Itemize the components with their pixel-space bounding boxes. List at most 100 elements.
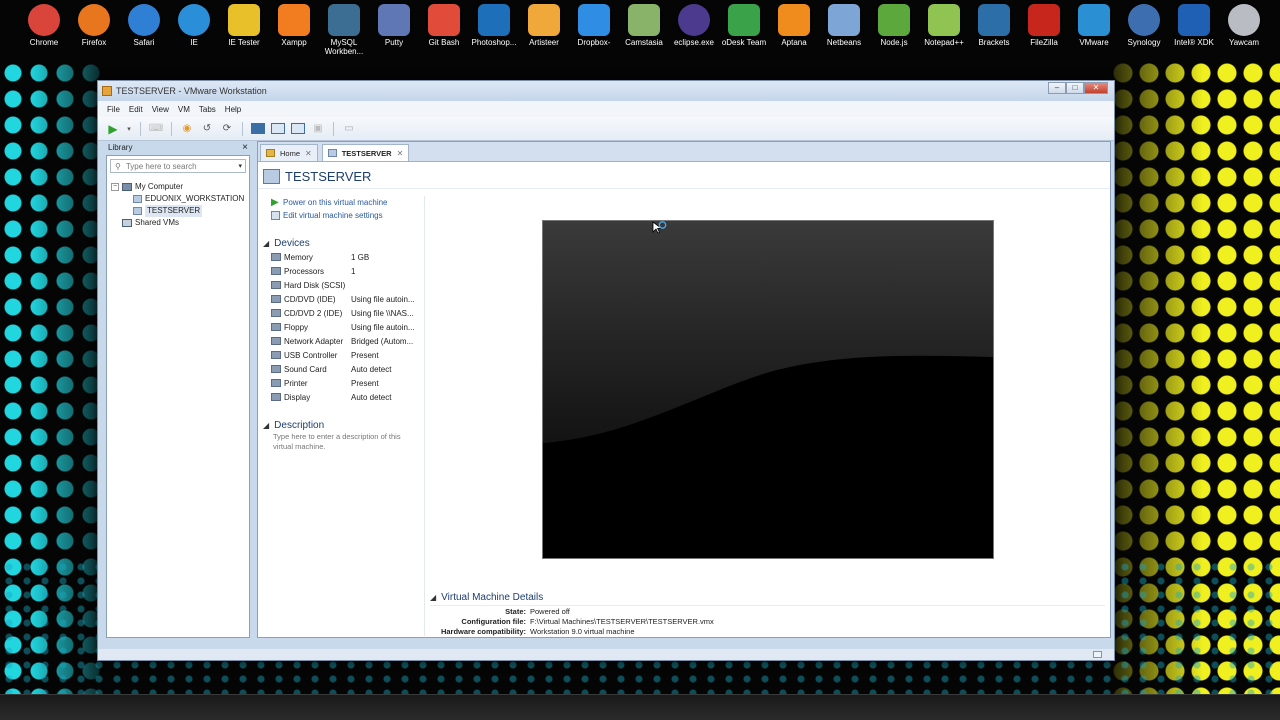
desktop-shortcut[interactable]: IE Tester (219, 4, 269, 47)
desktop-shortcut[interactable]: Firefox (69, 4, 119, 47)
desktop-shortcut[interactable]: Yawcam (1219, 4, 1269, 47)
menu-file[interactable]: File (107, 105, 120, 114)
tree-vm-testserver[interactable]: TESTSERVER (111, 205, 249, 217)
collapse-icon[interactable]: − (111, 183, 119, 191)
close-tab-icon[interactable]: ✕ (397, 149, 404, 158)
desktop-shortcut[interactable]: Dropbox- (569, 4, 619, 47)
device-row[interactable]: Sound Card Auto detect (263, 362, 423, 376)
message-log-icon[interactable] (1093, 651, 1102, 658)
description-field[interactable]: Type here to enter a description of this… (263, 432, 413, 452)
menu-vm[interactable]: VM (178, 105, 190, 114)
desktop-shortcut-label: Chrome (29, 38, 59, 47)
library-search[interactable]: ⚲ Type here to search ▾ (110, 159, 246, 173)
device-icon (271, 379, 281, 387)
intel-xdk-icon (1178, 4, 1210, 36)
tree-shared-vms[interactable]: Shared VMs (111, 217, 249, 229)
desktop-shortcut[interactable]: Camstasia (619, 4, 669, 47)
close-window-button[interactable]: ✕ (1084, 82, 1108, 94)
device-row[interactable]: CD/DVD 2 (IDE) Using file \\NAS... (263, 306, 423, 320)
desktop-shortcut[interactable]: Netbeans (819, 4, 869, 47)
power-on-link[interactable]: ▶ Power on this virtual machine (263, 196, 423, 209)
menu-tabs[interactable]: Tabs (199, 105, 216, 114)
desktop-shortcut[interactable]: Intel® XDK (1169, 4, 1219, 47)
close-tab-icon[interactable]: ✕ (305, 149, 312, 158)
desktop-shortcut[interactable]: FileZilla (1019, 4, 1069, 47)
desktop-shortcut[interactable]: Synology (1119, 4, 1169, 47)
edit-settings-link[interactable]: Edit virtual machine settings (263, 209, 423, 222)
snapshot-icon[interactable]: ◉ (180, 122, 194, 136)
menu-edit[interactable]: Edit (129, 105, 143, 114)
vm-tree: − My Computer EDUONIX_WORKSTATION TESTSE… (107, 176, 249, 229)
search-dropdown-icon[interactable]: ▾ (238, 162, 242, 170)
desktop-shortcut[interactable]: Brackets (969, 4, 1019, 47)
desktop-shortcut-label: Aptana (781, 38, 807, 47)
thumbnail-bar-icon[interactable] (271, 123, 285, 134)
power-on-label: Power on this virtual machine (283, 198, 388, 207)
desktop-shortcut[interactable]: Xampp (269, 4, 319, 47)
revert-snapshot-icon[interactable]: ↺ (200, 122, 214, 136)
toolbar-separator (140, 121, 141, 136)
device-row[interactable]: CD/DVD (IDE) Using file autoin... (263, 292, 423, 306)
toolbar-separator (171, 121, 172, 136)
vm-info-column: ▶ Power on this virtual machine Edit vir… (263, 196, 423, 452)
desktop-shortcut[interactable]: VMware (1069, 4, 1119, 47)
search-input[interactable]: Type here to search (126, 162, 197, 171)
details-title: Virtual Machine Details (441, 591, 544, 603)
desktop-shortcut[interactable]: Notepad++ (919, 4, 969, 47)
library-close-icon[interactable]: × (242, 142, 248, 153)
device-row[interactable]: Display Auto detect (263, 390, 423, 404)
device-row[interactable]: Printer Present (263, 376, 423, 390)
description-title: Description (274, 419, 325, 431)
desktop-shortcut[interactable]: IE (169, 4, 219, 47)
device-name: Printer (284, 378, 308, 388)
device-row[interactable]: Network Adapter Bridged (Autom... (263, 334, 423, 348)
device-name: CD/DVD 2 (IDE) (284, 308, 343, 318)
tree-my-computer[interactable]: − My Computer (111, 181, 249, 193)
tab-home[interactable]: Home ✕ (260, 144, 318, 161)
full-screen-icon[interactable] (291, 123, 305, 134)
desktop-shortcut[interactable]: Photoshop... (469, 4, 519, 47)
desktop-shortcut[interactable]: Git Bash (419, 4, 469, 47)
vm-screen-preview[interactable] (542, 220, 994, 559)
search-icon: ⚲ (115, 161, 121, 171)
details-header[interactable]: ◢ Virtual Machine Details (430, 590, 1105, 604)
desktop-shortcut[interactable]: eclipse.exe (669, 4, 719, 47)
desktop-shortcut[interactable]: Aptana (769, 4, 819, 47)
show-library-icon[interactable] (251, 123, 265, 134)
desktop-shortcut[interactable]: Artisteer (519, 4, 569, 47)
play-icon: ▶ (271, 197, 279, 208)
tree-vm-eduonix[interactable]: EDUONIX_WORKSTATION (111, 193, 249, 205)
unity-icon[interactable]: ▣ (311, 122, 325, 136)
device-name: Display (284, 392, 311, 402)
aptana-icon (778, 4, 810, 36)
desktop-shortcut[interactable]: MySQL Workben... (319, 4, 369, 56)
description-header[interactable]: ◢ Description (263, 418, 423, 432)
device-row[interactable]: Processors 1 (263, 264, 423, 278)
desktop-shortcut-label: Firefox (81, 38, 107, 47)
desktop-shortcut[interactable]: oDesk Team (719, 4, 769, 47)
tab-testserver[interactable]: TESTSERVER ✕ (321, 144, 410, 161)
mouse-cursor-icon (652, 221, 668, 237)
snapshot-manager-icon[interactable]: ⟳ (220, 122, 234, 136)
console-view-icon[interactable]: ▭ (342, 122, 356, 136)
menu-help[interactable]: Help (225, 105, 241, 114)
device-name: CD/DVD (IDE) (284, 294, 336, 304)
menu-view[interactable]: View (152, 105, 169, 114)
devices-header[interactable]: ◢ Devices (263, 236, 423, 250)
device-row[interactable]: Floppy Using file autoin... (263, 320, 423, 334)
git-bash-icon (428, 4, 460, 36)
device-row[interactable]: USB Controller Present (263, 348, 423, 362)
desktop-shortcut[interactable]: Safari (119, 4, 169, 47)
power-on-play-icon[interactable]: ▶ (106, 122, 120, 136)
desktop-shortcut[interactable]: Putty (369, 4, 419, 47)
minimize-button[interactable]: – (1048, 82, 1066, 94)
maximize-button[interactable]: □ (1066, 82, 1084, 94)
device-row[interactable]: Memory 1 GB (263, 250, 423, 264)
home-icon (266, 149, 275, 157)
desktop-shortcut[interactable]: Chrome (19, 4, 69, 47)
send-keys-icon[interactable]: ⌨ (149, 122, 163, 136)
device-row[interactable]: Hard Disk (SCSI) (263, 278, 423, 292)
power-dropdown-icon[interactable]: ▾ (126, 122, 132, 136)
desktop-shortcut[interactable]: Node.js (869, 4, 919, 47)
desktop-shortcut-label: IE (190, 38, 198, 47)
